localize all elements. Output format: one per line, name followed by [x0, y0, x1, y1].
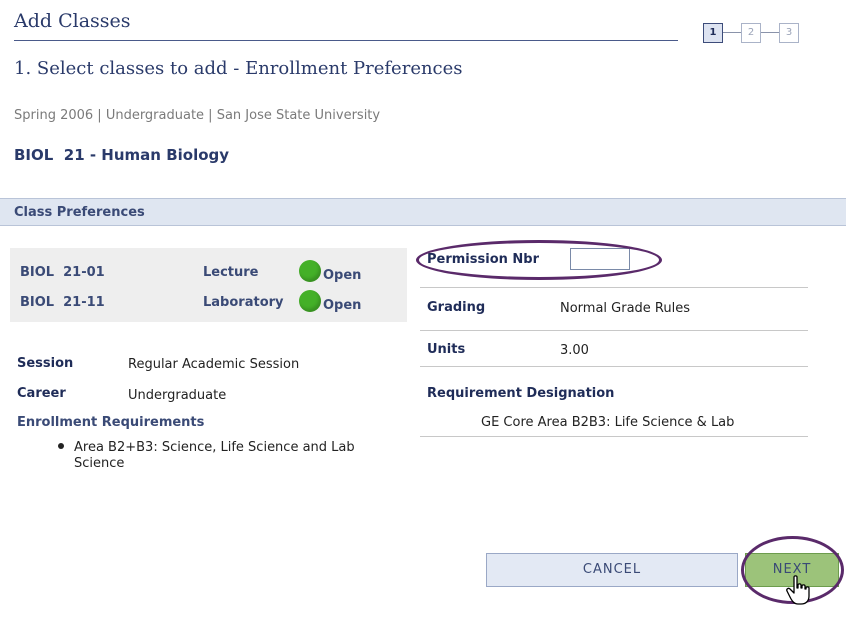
career-label: Career	[17, 386, 66, 401]
step-2: 2	[741, 23, 761, 43]
class-row: BIOL 21-11 Laboratory Open	[10, 288, 407, 318]
session-value: Regular Academic Session	[128, 357, 300, 372]
class-component: Laboratory	[203, 295, 284, 310]
section-header: Class Preferences	[0, 198, 846, 226]
enrollment-requirements-label: Enrollment Requirements	[17, 415, 205, 430]
status-open-icon	[299, 260, 321, 282]
divider	[420, 330, 808, 331]
bullet-icon	[58, 443, 64, 449]
page-subtitle: 1. Select classes to add - Enrollment Pr…	[14, 58, 463, 79]
class-component: Lecture	[203, 265, 259, 280]
units-label: Units	[427, 342, 466, 357]
cancel-button[interactable]: CANCEL	[486, 553, 738, 587]
units-value: 3.00	[560, 343, 589, 358]
hand-cursor-icon	[786, 575, 810, 605]
requirement-item: Area B2+B3: Science, Life Science and La…	[74, 440, 355, 471]
title-divider	[14, 40, 678, 41]
section-title: Class Preferences	[14, 205, 145, 220]
term-info: Spring 2006 | Undergraduate | San Jose S…	[14, 108, 381, 123]
career-value: Undergraduate	[128, 388, 227, 403]
divider	[420, 436, 808, 437]
step-1: 1	[703, 23, 723, 43]
step-connector	[723, 32, 741, 33]
class-number: BIOL 21-11	[20, 295, 105, 310]
class-status: Open	[323, 298, 362, 313]
divider	[420, 287, 808, 288]
status-open-icon	[299, 290, 321, 312]
highlight-oval	[416, 240, 662, 280]
class-sections-panel: BIOL 21-01 Lecture Open BIOL 21-11 Labor…	[10, 248, 407, 322]
class-row: BIOL 21-01 Lecture Open	[10, 258, 407, 288]
divider	[420, 366, 808, 367]
grading-label: Grading	[427, 300, 486, 315]
class-status: Open	[323, 268, 362, 283]
requirement-designation-value: GE Core Area B2B3: Life Science & Lab	[481, 415, 735, 430]
step-3: 3	[779, 23, 799, 43]
grading-value: Normal Grade Rules	[560, 301, 691, 316]
session-label: Session	[17, 356, 74, 371]
step-indicator: 1 2 3	[703, 23, 828, 47]
class-number: BIOL 21-01	[20, 265, 105, 280]
requirement-designation-label: Requirement Designation	[427, 386, 615, 401]
page-title: Add Classes	[14, 10, 131, 32]
course-title: BIOL 21 - Human Biology	[14, 146, 230, 164]
step-connector	[761, 32, 779, 33]
